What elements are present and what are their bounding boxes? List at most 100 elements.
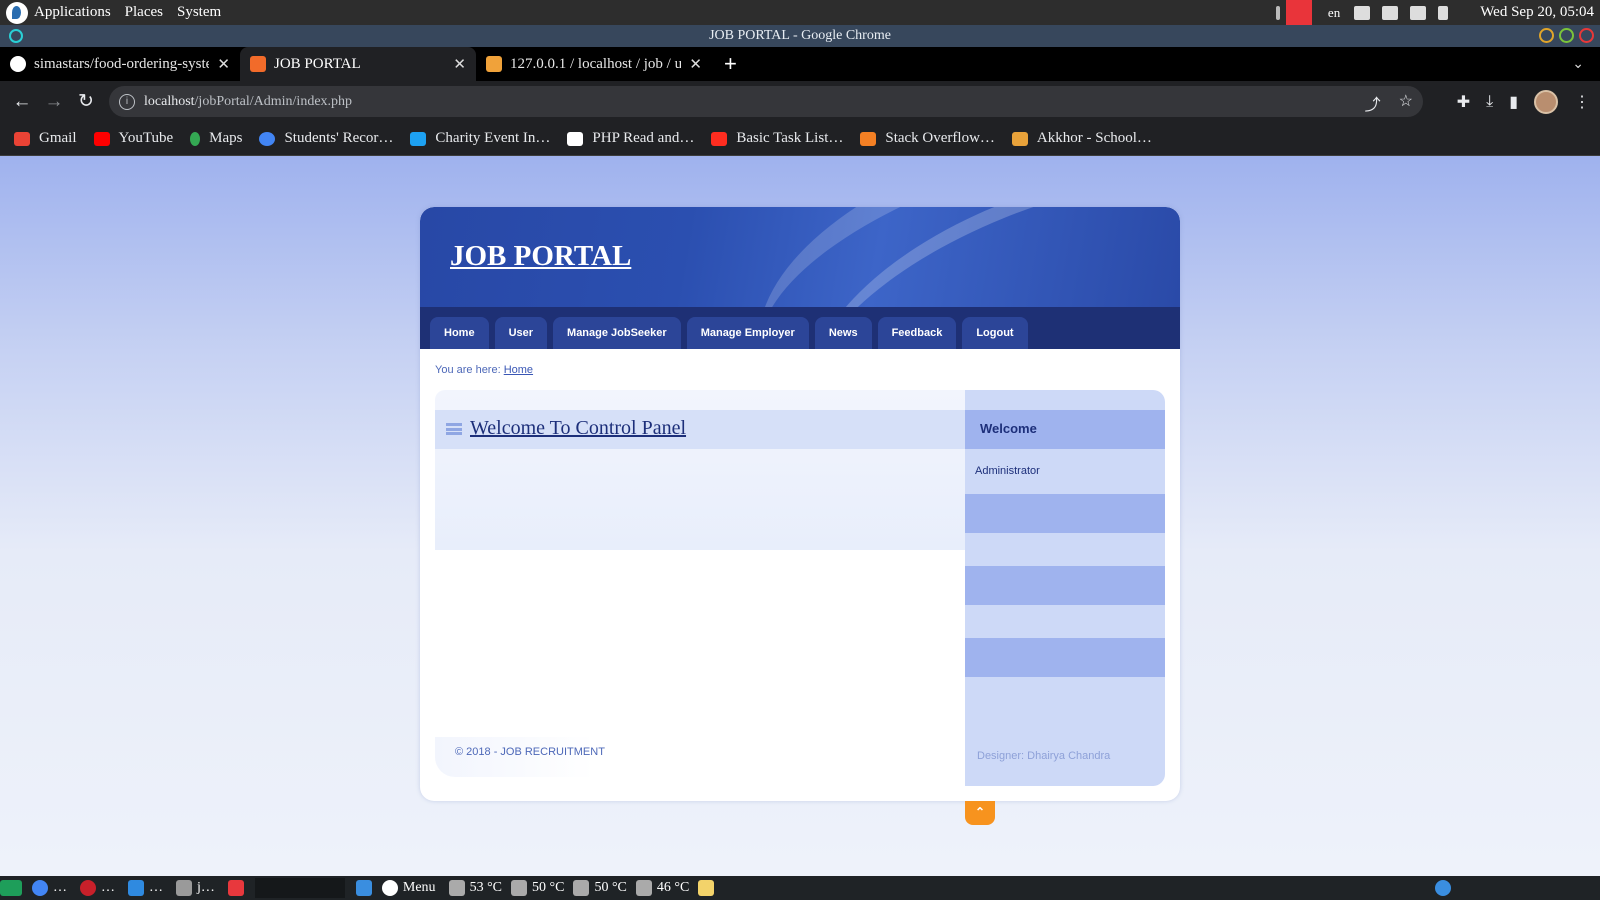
breadcrumb-prefix: You are here: [435,364,504,376]
bookmark-label: Akkhor - School… [1036,130,1152,146]
bookmark-akkhor-school[interactable]: Akkhor - School… [1011,130,1152,147]
list-lines-icon [446,423,462,435]
bookmark-maps[interactable]: Maps [190,130,242,147]
clock[interactable]: Wed Sep 20, 05:04 [1480,4,1594,21]
extensions-icon[interactable]: ✚ [1457,92,1470,112]
folder-task-icon[interactable] [176,880,192,896]
xampp-icon [250,56,266,72]
temp-reading: 50 °C [532,880,565,895]
back-button[interactable]: ← [6,91,38,113]
address-bar[interactable]: i localhost /jobPortal/Admin/index.php ⤴… [109,86,1423,117]
forward-button[interactable]: → [38,91,70,113]
tab-phpmyadmin[interactable]: 127.0.0.1 / localhost / job / u ✕ [476,47,712,81]
temp-reading: 46 °C [656,880,690,895]
close-tab-icon[interactable]: ✕ [453,55,466,73]
bookmark-stack-overflow[interactable]: Stack Overflow… [860,130,995,147]
download-icon[interactable]: ⤓ [1486,93,1493,111]
taskbar-blank-slot [254,878,345,898]
chrome-menu-icon[interactable]: ⋮ [1574,92,1590,112]
cpu-sensor-icon [448,880,465,896]
close-tab-icon[interactable]: ✕ [217,55,230,73]
bookmark-label: Maps [209,130,243,146]
menu-system[interactable]: System [177,4,221,21]
app-task-icon[interactable] [227,880,244,896]
start-menu-button[interactable]: Menu [403,880,436,896]
bookmark-students-records[interactable]: Students' Recor… [259,130,393,147]
profile-avatar[interactable] [1534,90,1558,114]
anydesk-icon[interactable] [1285,0,1312,25]
sidebar-band [965,638,1165,677]
menu-logo-icon[interactable] [381,880,398,896]
minimize-icon[interactable] [1539,28,1554,43]
sidebar-band [965,494,1165,533]
breadcrumb-home-link[interactable]: Home [504,364,533,376]
nav-manage-employer[interactable]: Manage Employer [686,317,809,349]
phpmyadmin-icon [486,56,502,72]
chrome-task-icon[interactable] [32,880,48,896]
anydesk-task-icon[interactable] [80,880,96,896]
breadcrumb: You are here: Home [435,364,533,376]
maximize-icon[interactable] [1559,28,1574,43]
content-title-link[interactable]: Welcome To Control Panel [470,417,686,440]
nav-user[interactable]: User [494,317,548,349]
nav-news[interactable]: News [814,317,872,349]
mail-icon[interactable] [698,880,715,896]
temp-reading: 50 °C [594,880,627,895]
temp-reading: 53 °C [469,880,502,895]
laravel-icon [711,131,728,146]
tab-job-portal[interactable]: JOB PORTAL ✕ [240,47,476,81]
task-anydesk-label[interactable]: … [101,880,115,896]
bookmark-charity-event[interactable]: Charity Event In… [410,130,550,147]
bookmark-basic-task-list[interactable]: Basic Task List… [711,130,843,147]
distro-logo-icon[interactable] [6,1,28,24]
tab-github[interactable]: simastars/food-ordering-system ✕ [0,47,240,81]
site-info-icon[interactable]: i [119,93,135,110]
site-title-link[interactable]: JOB PORTAL [450,240,631,273]
keyboard-layout[interactable]: en [1328,5,1340,21]
side-panel-icon[interactable]: ▮ [1509,92,1518,112]
nav-feedback[interactable]: Feedback [877,317,957,349]
new-tab-button[interactable]: + [724,47,737,81]
battery-icon[interactable] [1438,5,1449,20]
sidebar-band [965,566,1165,605]
reload-button[interactable]: ↻ [70,90,102,113]
share-icon[interactable]: ⤴ [1365,91,1381,115]
notes-icon[interactable] [355,880,372,896]
menu-applications[interactable]: Applications [34,4,111,21]
menu-places[interactable]: Places [125,4,163,21]
scroll-to-top-button[interactable]: ⌃ [965,801,995,825]
bookmark-star-icon[interactable]: ☆ [1399,91,1413,115]
footer-copyright: © 2018 - JOB RECRUITMENT [435,737,965,777]
maps-icon [190,131,201,146]
bookmark-label: Gmail [39,130,77,146]
chrome-window-icon[interactable] [1435,880,1451,896]
task-folder-label[interactable]: j… [197,880,215,896]
tray-handle-icon [1275,5,1280,20]
cpu-sensor-icon [511,880,527,896]
bookmark-youtube[interactable]: YouTube [93,130,174,147]
nav-manage-jobseeker[interactable]: Manage JobSeeker [553,317,681,349]
show-desktop-icon[interactable] [0,880,22,896]
bookmark-gmail[interactable]: Gmail [14,130,77,147]
task-vscode-label[interactable]: … [149,880,163,896]
nav-logout[interactable]: Logout [962,317,1028,349]
window-menu-icon[interactable] [9,29,23,43]
browser-toolbar: ← → ↻ i localhost /jobPortal/Admin/index… [0,81,1600,122]
close-window-icon[interactable] [1579,28,1594,43]
wifi-icon[interactable] [1410,5,1427,20]
bookmark-label: YouTube [118,130,174,146]
browser-tab-bar: simastars/food-ordering-system ✕ JOB POR… [0,47,1600,81]
akkhor-icon [1011,131,1028,146]
tab-search-chevron-icon[interactable]: ⌄ [1572,55,1584,72]
display-icon[interactable] [1354,5,1371,20]
window-controls [1539,28,1594,43]
site-header: JOB PORTAL [420,207,1180,307]
system-top-panel: Applications Places System en Wed Sep 20… [0,0,1600,25]
close-tab-icon[interactable]: ✕ [689,55,702,73]
tab-title: simastars/food-ordering-system [34,55,210,72]
vscode-task-icon[interactable] [128,880,144,896]
task-chrome-label[interactable]: … [53,880,67,896]
volume-icon[interactable] [1382,5,1399,20]
nav-home[interactable]: Home [430,317,489,349]
bookmark-php-read[interactable]: PHP Read and… [567,130,694,147]
